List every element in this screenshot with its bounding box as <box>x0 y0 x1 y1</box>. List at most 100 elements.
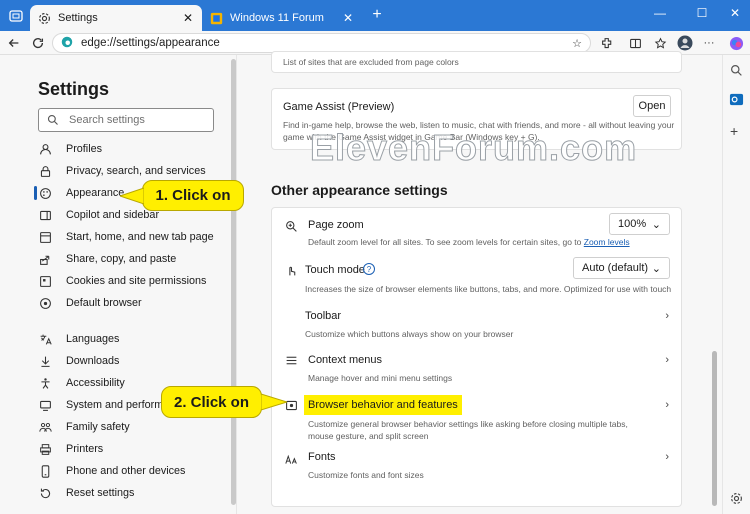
section-title: Other appearance settings <box>271 182 448 198</box>
sidebar-item-share[interactable]: Share, copy, and paste <box>38 249 223 269</box>
game-assist-title: Game Assist (Preview) <box>283 101 395 113</box>
sidebar-item-phone[interactable]: Phone and other devices <box>38 461 223 481</box>
sidebar-item-start-home[interactable]: Start, home, and new tab page <box>38 227 223 247</box>
sidebar-settings-icon[interactable] <box>730 492 743 508</box>
back-button[interactable] <box>5 35 23 51</box>
address-bar[interactable]: edge://settings/appearance <box>52 33 591 53</box>
edge-sidebar: + <box>722 55 750 514</box>
page-zoom-dropdown[interactable]: 100% ⌄ <box>609 213 670 235</box>
open-button[interactable]: Open <box>633 95 671 117</box>
sidebar-item-label: Phone and other devices <box>66 465 186 477</box>
extensions-icon[interactable] <box>598 35 616 51</box>
download-icon <box>38 354 52 368</box>
reset-icon <box>38 486 52 500</box>
fonts-description: Customize fonts and font sizes <box>308 470 424 480</box>
menu-icon <box>284 353 298 367</box>
toolbar-description: Customize which buttons always show on y… <box>305 329 514 339</box>
touch-mode-value: Auto (default) <box>582 262 649 274</box>
fonts-row[interactable]: Fonts Customize fonts and font sizes › <box>272 448 681 493</box>
toolbar-title: Toolbar <box>305 310 342 322</box>
highlight: Browser behavior and features <box>304 395 462 415</box>
chevron-right-icon: › <box>665 310 669 322</box>
page-zoom-description: Default zoom level for all sites. To see… <box>308 236 630 248</box>
outlook-icon[interactable] <box>729 92 744 110</box>
copilot-icon[interactable] <box>727 35 745 51</box>
page-colors-card: List of sites that are excluded from pag… <box>271 51 682 73</box>
chevron-right-icon: › <box>665 354 669 366</box>
help-icon[interactable]: ? <box>363 263 375 275</box>
fonts-icon <box>284 452 298 466</box>
callout-pointer <box>261 393 287 411</box>
sidebar-item-label: Default browser <box>66 297 142 309</box>
page-zoom-title: Page zoom <box>308 219 364 231</box>
family-icon <box>38 420 52 434</box>
favorite-star-icon[interactable]: ☆ <box>568 35 586 51</box>
touch-mode-row: Touch mode ? Increases the size of brows… <box>272 256 681 298</box>
profile-icon <box>38 142 52 156</box>
browser-behavior-row[interactable]: Browser behavior and features Customize … <box>272 391 681 443</box>
lock-icon <box>38 164 52 178</box>
sidebar-item-cookies[interactable]: Cookies and site permissions <box>38 271 223 291</box>
fonts-title: Fonts <box>308 451 336 463</box>
sidebar-item-label: Family safety <box>66 421 130 433</box>
main-scrollbar[interactable] <box>712 351 717 506</box>
favorites-icon[interactable] <box>651 35 669 51</box>
avatar[interactable] <box>676 35 694 51</box>
toolbar-row[interactable]: Toolbar Customize which buttons always s… <box>272 304 681 344</box>
browser-behavior-description: Customize general browser behavior setti… <box>308 419 628 441</box>
close-tab-icon[interactable]: ✕ <box>342 11 354 25</box>
split-screen-icon[interactable] <box>626 35 644 51</box>
context-menus-row[interactable]: Context menus Manage hover and mini menu… <box>272 348 681 388</box>
zoom-levels-link[interactable]: Zoom levels <box>584 237 630 247</box>
tab-settings[interactable]: Settings ✕ <box>30 5 202 31</box>
touch-mode-description: Increases the size of browser elements l… <box>305 284 672 294</box>
step2-callout: 2. Click on <box>161 386 262 418</box>
page-content: Settings Search settings Profiles Privac… <box>0 51 722 514</box>
maximize-button[interactable]: ☐ <box>692 6 712 20</box>
add-app-icon[interactable]: + <box>730 123 738 139</box>
sidebar-item-reset[interactable]: Reset settings <box>38 483 223 503</box>
close-tab-icon[interactable]: ✕ <box>182 11 194 25</box>
system-icon <box>38 398 52 412</box>
chevron-down-icon: ⌄ <box>651 262 661 275</box>
sidebar-item-privacy[interactable]: Privacy, search, and services <box>38 161 223 181</box>
sidebar-item-printers[interactable]: Printers <box>38 439 223 459</box>
close-window-button[interactable]: ✕ <box>725 6 745 20</box>
search-icon[interactable] <box>730 64 743 80</box>
new-tab-button[interactable]: + <box>368 6 386 24</box>
tab-label: Settings <box>58 12 98 24</box>
printer-icon <box>38 442 52 456</box>
sidebar-scrollbar[interactable] <box>231 59 236 505</box>
page-zoom-value: 100% <box>618 218 647 230</box>
page-zoom-row: Page zoom Default zoom level for all sit… <box>272 208 681 253</box>
sidebar-item-label: Profiles <box>66 143 103 155</box>
chevron-right-icon: › <box>665 451 669 463</box>
context-menus-description: Manage hover and mini menu settings <box>308 373 453 383</box>
sidebar-item-label: Cookies and site permissions <box>66 275 207 287</box>
touch-mode-dropdown[interactable]: Auto (default) ⌄ <box>573 257 670 279</box>
sidebar-item-label: Languages <box>66 333 120 345</box>
url-text: edge://settings/appearance <box>81 37 220 49</box>
sidebar-item-label: Copilot and sidebar <box>66 209 160 221</box>
sidebar-item-label: Printers <box>66 443 104 455</box>
sidebar-item-label: Privacy, search, and services <box>66 165 206 177</box>
touch-icon <box>284 263 298 277</box>
sidebar-item-downloads[interactable]: Downloads <box>38 351 223 371</box>
cookie-icon <box>38 274 52 288</box>
sidebar-item-profiles[interactable]: Profiles <box>38 139 223 159</box>
settings-more-icon[interactable]: ··· <box>700 35 718 51</box>
tab-label: Windows 11 Forum <box>230 12 324 24</box>
minimize-button[interactable]: — <box>650 6 670 20</box>
sidebar-item-languages[interactable]: Languages <box>38 329 223 349</box>
sidebar-item-default-browser[interactable]: Default browser <box>38 293 223 313</box>
tab-windows-11-forum[interactable]: Windows 11 Forum ✕ <box>202 5 362 31</box>
workspaces-icon[interactable] <box>8 8 24 24</box>
search-input[interactable]: Search settings <box>38 108 214 132</box>
chevron-down-icon: ⌄ <box>651 218 661 231</box>
browser-icon <box>38 296 52 310</box>
sidebar-item-family-safety[interactable]: Family safety <box>38 417 223 437</box>
page-zoom-desc-text: Default zoom level for all sites. To see… <box>308 237 582 247</box>
share-icon <box>38 252 52 266</box>
watermark: ElevenForum.com <box>309 127 638 169</box>
refresh-button[interactable] <box>29 35 47 51</box>
